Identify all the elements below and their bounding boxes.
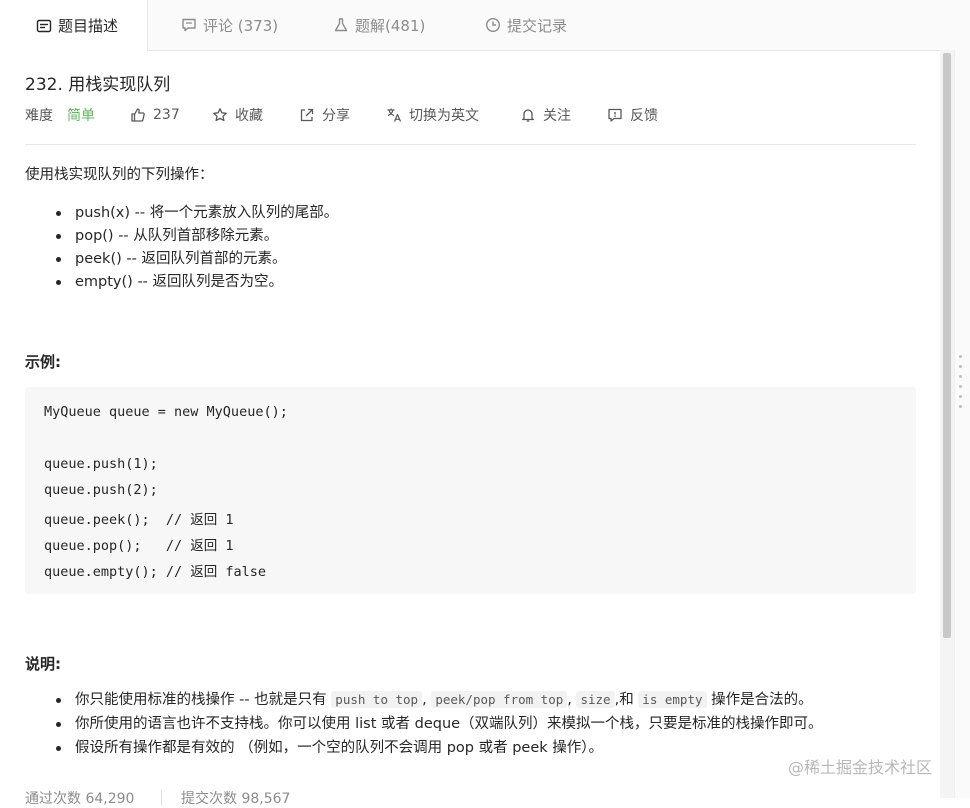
switch-language-label: 切换为英文 xyxy=(409,108,479,124)
inline-code: is empty xyxy=(638,691,707,708)
notes-list: 你只能使用标准的栈操作 -- 也就是只有 push to top, peek/p… xyxy=(55,688,935,760)
code-line: queue.push(2); xyxy=(44,482,158,498)
flask-icon xyxy=(333,17,349,33)
star-icon xyxy=(213,108,227,122)
list-item: 你所使用的语言也许不支持栈。你可以使用 list 或者 deque（双端队列）来… xyxy=(55,712,935,736)
code-line: MyQueue queue = new MyQueue(); xyxy=(44,404,288,420)
tab-label: 评论 (373) xyxy=(203,16,279,35)
accepted-count: 通过次数 64,290 xyxy=(25,791,135,807)
favorite-button[interactable]: 收藏 xyxy=(212,104,263,126)
code-line: queue.empty(); // 返回 false xyxy=(44,564,267,580)
difficulty-label: 难度 xyxy=(25,108,53,124)
tab-label: 题解(481) xyxy=(355,16,426,35)
inline-code: push to top xyxy=(331,691,423,708)
note-text: 你只能使用标准的栈操作 -- 也就是只有 xyxy=(75,692,327,708)
like-count: 237 xyxy=(153,107,180,123)
inline-code: peek/pop from top xyxy=(431,691,568,708)
tab-bar: 题目描述 评论 (373) 题解(481) 提交记录 xyxy=(0,0,970,51)
switch-language-button[interactable]: 切换为英文 xyxy=(386,104,479,126)
follow-button[interactable]: 关注 xyxy=(520,104,571,126)
feedback-button[interactable]: 反馈 xyxy=(607,104,658,126)
feedback-icon xyxy=(608,108,622,122)
code-line: queue.push(1); xyxy=(44,456,158,472)
tab-submissions[interactable]: 提交记录 xyxy=(485,0,567,50)
tab-description[interactable]: 题目描述 xyxy=(0,0,148,51)
scrollbar-thumb[interactable] xyxy=(943,53,951,638)
panel-resize-strip[interactable] xyxy=(954,50,970,798)
difficulty-badge: 简单 xyxy=(67,108,95,124)
note-text: 操作是合法的。 xyxy=(711,692,813,708)
list-item: 你只能使用标准的栈操作 -- 也就是只有 push to top, peek/p… xyxy=(55,688,935,712)
watermark: @稀土掘金技术社区 xyxy=(788,758,933,777)
tab-label: 题目描述 xyxy=(58,17,119,35)
tab-label: 提交记录 xyxy=(507,16,568,35)
share-icon xyxy=(300,108,314,122)
list-item: empty() -- 返回队列是否为空。 xyxy=(55,271,338,294)
list-item: peek() -- 返回队列首部的元素。 xyxy=(55,248,338,271)
share-label: 分享 xyxy=(322,108,350,124)
note-sep: , xyxy=(567,692,572,708)
problem-meta-bar: 难度 简单 237 收藏 分享 切换为英文 关注 反馈 xyxy=(25,104,915,126)
difficulty: 难度 简单 xyxy=(25,104,95,126)
code-line: queue.pop(); // 返回 1 xyxy=(44,538,234,554)
tab-comments[interactable]: 评论 (373) xyxy=(181,0,278,50)
list-item: pop() -- 从队列首部移除元素。 xyxy=(55,225,338,248)
drag-handle-icon[interactable] xyxy=(959,355,963,415)
tab-solutions[interactable]: 题解(481) xyxy=(333,0,425,50)
notes-heading: 说明: xyxy=(25,655,61,673)
translate-icon xyxy=(387,108,402,122)
list-item: push(x) -- 将一个元素放入队列的尾部。 xyxy=(55,202,338,225)
code-line: queue.peek(); // 返回 1 xyxy=(44,512,234,528)
note-text: 和 xyxy=(619,692,634,708)
problem-title: 232. 用栈实现队列 xyxy=(25,75,171,95)
thumbs-up-icon xyxy=(131,108,145,122)
favorite-label: 收藏 xyxy=(235,108,263,124)
example-heading: 示例: xyxy=(25,353,61,371)
note-sep: , xyxy=(422,692,427,708)
comment-icon xyxy=(181,17,197,33)
clock-icon xyxy=(485,17,501,33)
inline-code: size xyxy=(576,691,615,708)
submission-stats: 通过次数 64,290 提交次数 98,567 xyxy=(25,788,425,808)
follow-label: 关注 xyxy=(543,108,571,124)
submission-count: 提交次数 98,567 xyxy=(181,791,291,807)
description-icon xyxy=(36,18,52,34)
feedback-label: 反馈 xyxy=(630,108,658,124)
share-button[interactable]: 分享 xyxy=(299,104,350,126)
like-button[interactable]: 237 xyxy=(130,104,180,126)
bell-icon xyxy=(522,109,534,122)
example-code-block: MyQueue queue = new MyQueue(); queue.pus… xyxy=(25,387,916,594)
problem-intro: 使用栈实现队列的下列操作： xyxy=(25,167,214,183)
stats-divider xyxy=(161,790,162,806)
meta-divider xyxy=(25,144,916,145)
operation-list: push(x) -- 将一个元素放入队列的尾部。 pop() -- 从队列首部移… xyxy=(55,202,338,294)
